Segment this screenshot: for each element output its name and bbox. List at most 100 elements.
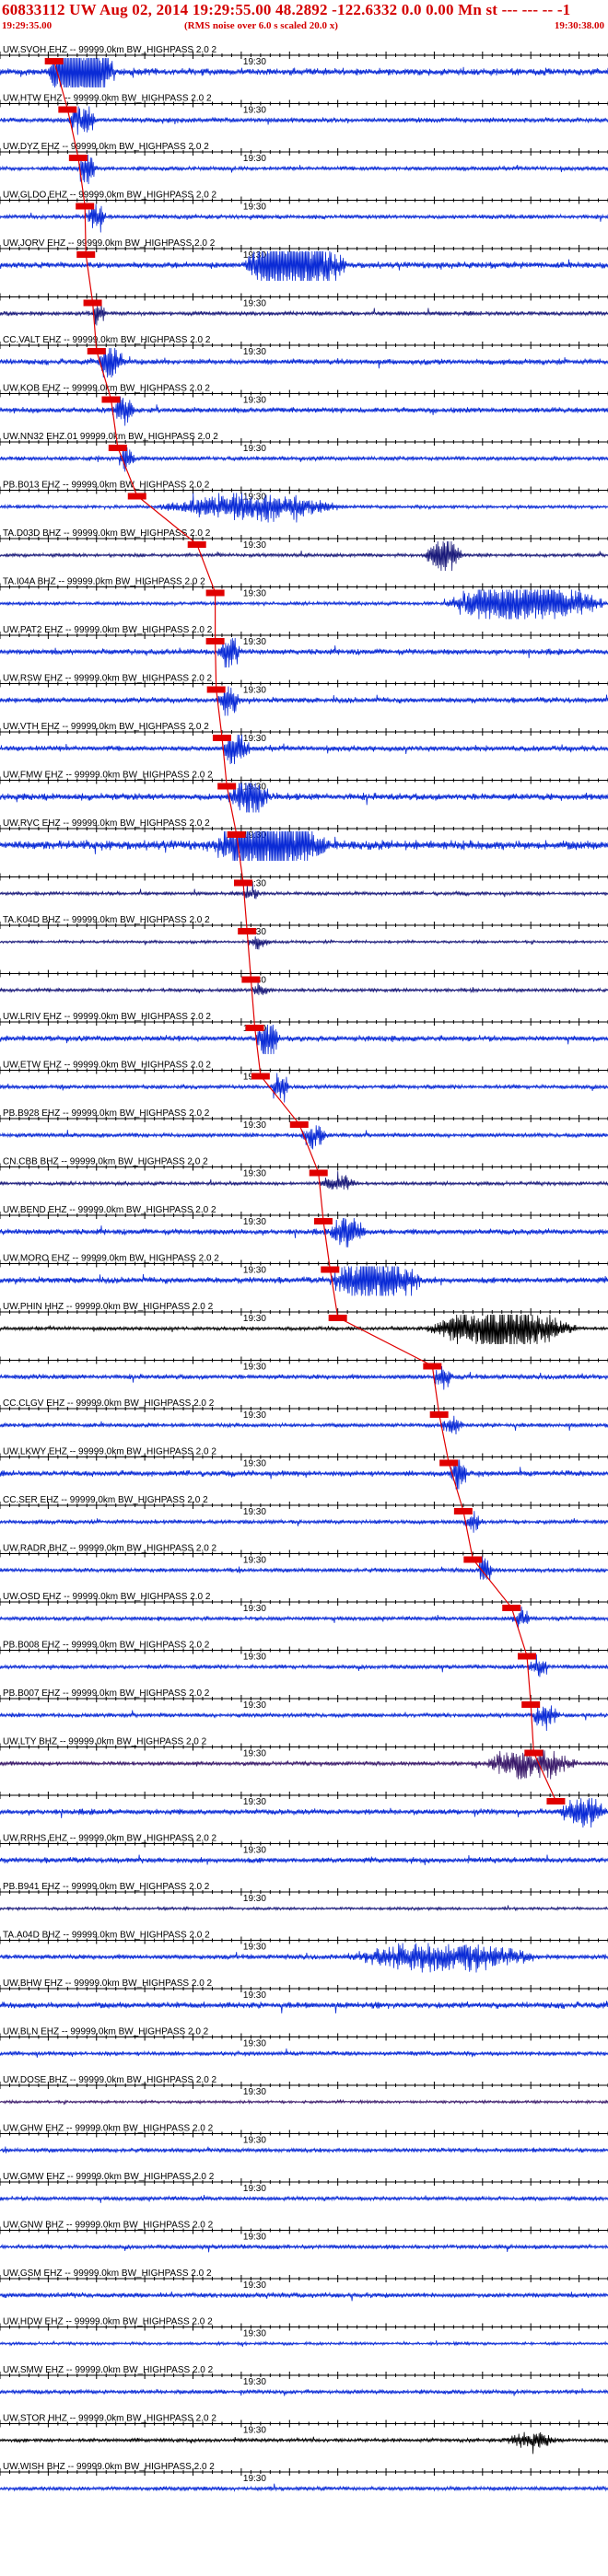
start-time: 19:29:35.00 (2, 20, 53, 31)
trace-label: UW.WISH BHZ -- 99999.0km BW_HIGHPASS 2.0… (3, 2462, 215, 2472)
trace-label: UW.BLN EHZ -- 99999.0km BW_HIGHPASS 2.0 … (3, 2027, 209, 2037)
trace-label: UW.HDW EHZ -- 99999.0km BW_HIGHPASS 2.0 … (3, 2317, 213, 2327)
plot-header: 60833112 UW Aug 02, 2014 19:29:55.00 48.… (0, 0, 608, 35)
tick-label: 19:30 (243, 106, 266, 116)
waveform-trace (0, 493, 608, 523)
trace-label: PB.B013 EHZ -- 99999.0km BW_HIGHPASS 2.0… (3, 481, 210, 491)
tick-label: 19:30 (243, 2329, 266, 2339)
tick-label: 19:30 (243, 1894, 266, 1904)
tick-label: 19:30 (243, 2136, 266, 2146)
trace-label: UW.HTW EHZ -- 99999.0km BW_HIGHPASS 2.0 … (3, 94, 212, 104)
trace-label: UW.GMW EHZ -- 99999.0km BW_HIGHPASS 2.0 … (3, 2172, 215, 2182)
trace-label: TA.K04D BHZ -- 99999.0km BW_HIGHPASS 2.0… (3, 915, 210, 925)
tick-label: 19:30 (243, 444, 266, 454)
waveform-trace (0, 303, 608, 326)
tick-label: 19:30 (243, 2426, 266, 2436)
tick-label: 19:30 (243, 2184, 266, 2194)
tick-label: 19:30 (243, 540, 266, 551)
trace-label: UW.FMW EHZ -- 99999.0km BW_HIGHPASS 2.0 … (3, 771, 213, 781)
tick-label: 19:30 (243, 1507, 266, 1517)
trace-label: UW.PHIN HHZ -- 99999.0km BW_HIGHPASS 2.0… (3, 1302, 214, 1312)
seismogram-plot: 19:30 UW.SVOH EHZ -- 99999.0km BW_HIGHPAS… (0, 45, 608, 2492)
trace-label: UW.RSW EHZ -- 99999.0km BW_HIGHPASS 2.0 … (3, 674, 213, 684)
tick-label: 19:30 (243, 686, 266, 696)
tick-label: 19:30 (243, 57, 266, 67)
trace-label: UW.GSM EHZ -- 99999.0km BW_HIGHPASS 2.0 … (3, 2269, 212, 2279)
waveform-trace (0, 2431, 608, 2454)
waveform-trace (0, 2291, 608, 2302)
waveform-trace (0, 154, 608, 185)
waveform-trace (0, 540, 608, 572)
waveform-trace (0, 1854, 608, 1865)
trace-label: PB.B007 EHZ -- 99999.0km BW_HIGHPASS 2.0… (3, 1688, 210, 1699)
trace-label: UW.SVOH EHZ -- 99999.0km BW_HIGHPASS 2.0… (3, 45, 217, 55)
trace-label: CC.SER EHZ -- 99999.0km BW_HIGHPASS 2.0 … (3, 1495, 208, 1505)
tick-label: 19:30 (243, 1169, 266, 1179)
waveform-trace (0, 589, 608, 620)
waveform-trace (0, 1797, 608, 1828)
waveform-trace (0, 734, 608, 765)
tick-label: 19:30 (243, 637, 266, 647)
tick-label: 19:30 (243, 1653, 266, 1663)
waveform-trace (0, 1024, 608, 1055)
trace-label: UW.LRIV EHZ -- 99999.0km BW_HIGHPASS 2.0… (3, 1012, 211, 1022)
tick-label: 19:30 (243, 1990, 266, 2001)
waveform-trace (0, 1654, 608, 1677)
waveform-trace (0, 2388, 608, 2396)
waveform-trace (0, 2146, 608, 2154)
pick-marker (546, 1798, 566, 1804)
waveform-trace (0, 1266, 608, 1296)
waveform-trace (0, 783, 608, 813)
tick-label: 19:30 (243, 1410, 266, 1421)
trace-label: PB.B008 EHZ -- 99999.0km BW_HIGHPASS 2.0… (3, 1641, 210, 1651)
trace-label: CC.CLGV EHZ -- 99999.0km BW_HIGHPASS 2.0… (3, 1398, 215, 1409)
trace-label: UW.LTY BHZ -- 99999.0km BW_HIGHPASS 2.0 … (3, 1737, 207, 1747)
tick-label: 19:30 (243, 347, 266, 357)
trace-label: UW.RVC EHZ -- 99999.0km BW_HIGHPASS 2.0 … (3, 818, 210, 829)
trace-label: UW.GNW BHZ -- 99999.0km BW_HIGHPASS 2.0 … (3, 2221, 214, 2231)
waveform-trace (0, 1171, 608, 1190)
trace-label: UW.BHW EHZ -- 99999.0km BW_HIGHPASS 2.0 … (3, 1978, 213, 1989)
tick-label: 19:30 (243, 2377, 266, 2387)
tick-label: 19:30 (243, 1604, 266, 1614)
tick-label: 19:30 (243, 734, 266, 744)
trace-label: UW.RRHS EHZ -- 99999.0km BW_HIGHPASS 2.0… (3, 1834, 217, 1844)
waveform-trace (0, 396, 608, 426)
tick-label: 19:30 (243, 203, 266, 213)
trace-label: UW.GLDO EHZ -- 99999.0km BW_HIGHPASS 2.0… (3, 191, 217, 201)
event-title: 60833112 UW Aug 02, 2014 19:29:55.00 48.… (2, 1, 571, 18)
tick-label: 19:30 (243, 2233, 266, 2243)
tick-label: 19:30 (243, 1314, 266, 1324)
tick-label: 19:30 (243, 1120, 266, 1131)
trace-label: UW.LKWY EHZ -- 99999.0km BW_HIGHPASS 2.0… (3, 1447, 216, 1457)
tick-label: 19:30 (243, 299, 266, 309)
waveform-trace (0, 57, 608, 88)
tick-label: 19:30 (243, 589, 266, 599)
tick-label: 19:30 (243, 2474, 266, 2484)
trace-label: UW.JORV EHZ -- 99999.0km BW_HIGHPASS 2.0… (3, 238, 216, 249)
waveform-trace (0, 1705, 608, 1732)
waveform-trace (0, 1905, 608, 1912)
trace-label: TA.A04D BHZ -- 99999.0km BW_HIGHPASS 2.0… (3, 1931, 210, 1941)
trace-label: UW.NN32 EHZ.01 99999.0km BW_HIGHPASS 2.0… (3, 432, 218, 442)
waveform-trace (0, 2483, 608, 2492)
tick-label: 19:30 (243, 154, 266, 164)
trace-label: UW.SMW EHZ -- 99999.0km BW_HIGHPASS 2.0 … (3, 2365, 214, 2375)
waveform-trace (0, 1415, 608, 1435)
waveform-trace (0, 1217, 608, 1247)
tick-label: 19:30 (243, 2087, 266, 2097)
trace-label: TA.I04A BHZ -- 99999.0km BW_HIGHPASS 2.0… (3, 577, 205, 587)
waveform-trace (0, 2194, 608, 2203)
waveform-trace (0, 447, 608, 472)
waveform-trace (0, 2339, 608, 2348)
trace-label: UW.MORO EHZ -- 99999.0km BW_HIGHPASS 2.0… (3, 1254, 219, 1264)
tick-label: 19:30 (243, 2039, 266, 2049)
tick-label: 19:30 (243, 1459, 266, 1469)
tick-label: 19:30 (243, 1846, 266, 1856)
trace-label: UW.ETW EHZ -- 99999.0km BW_HIGHPASS 2.0 … (3, 1061, 211, 1071)
rms-note: (RMS noise over 6.0 s scaled 20.0 x) (184, 20, 338, 31)
trace-label: UW.DYZ EHZ -- 99999.0km BW_HIGHPASS 2.0 … (3, 142, 209, 152)
tick-label: 19:30 (243, 2280, 266, 2291)
trace-label: UW.DOSE BHZ -- 99999.0km BW_HIGHPASS 2.0… (3, 2075, 217, 2085)
trace-label: UW.GHW EHZ -- 99999.0km BW_HIGHPASS 2.0 … (3, 2124, 214, 2134)
